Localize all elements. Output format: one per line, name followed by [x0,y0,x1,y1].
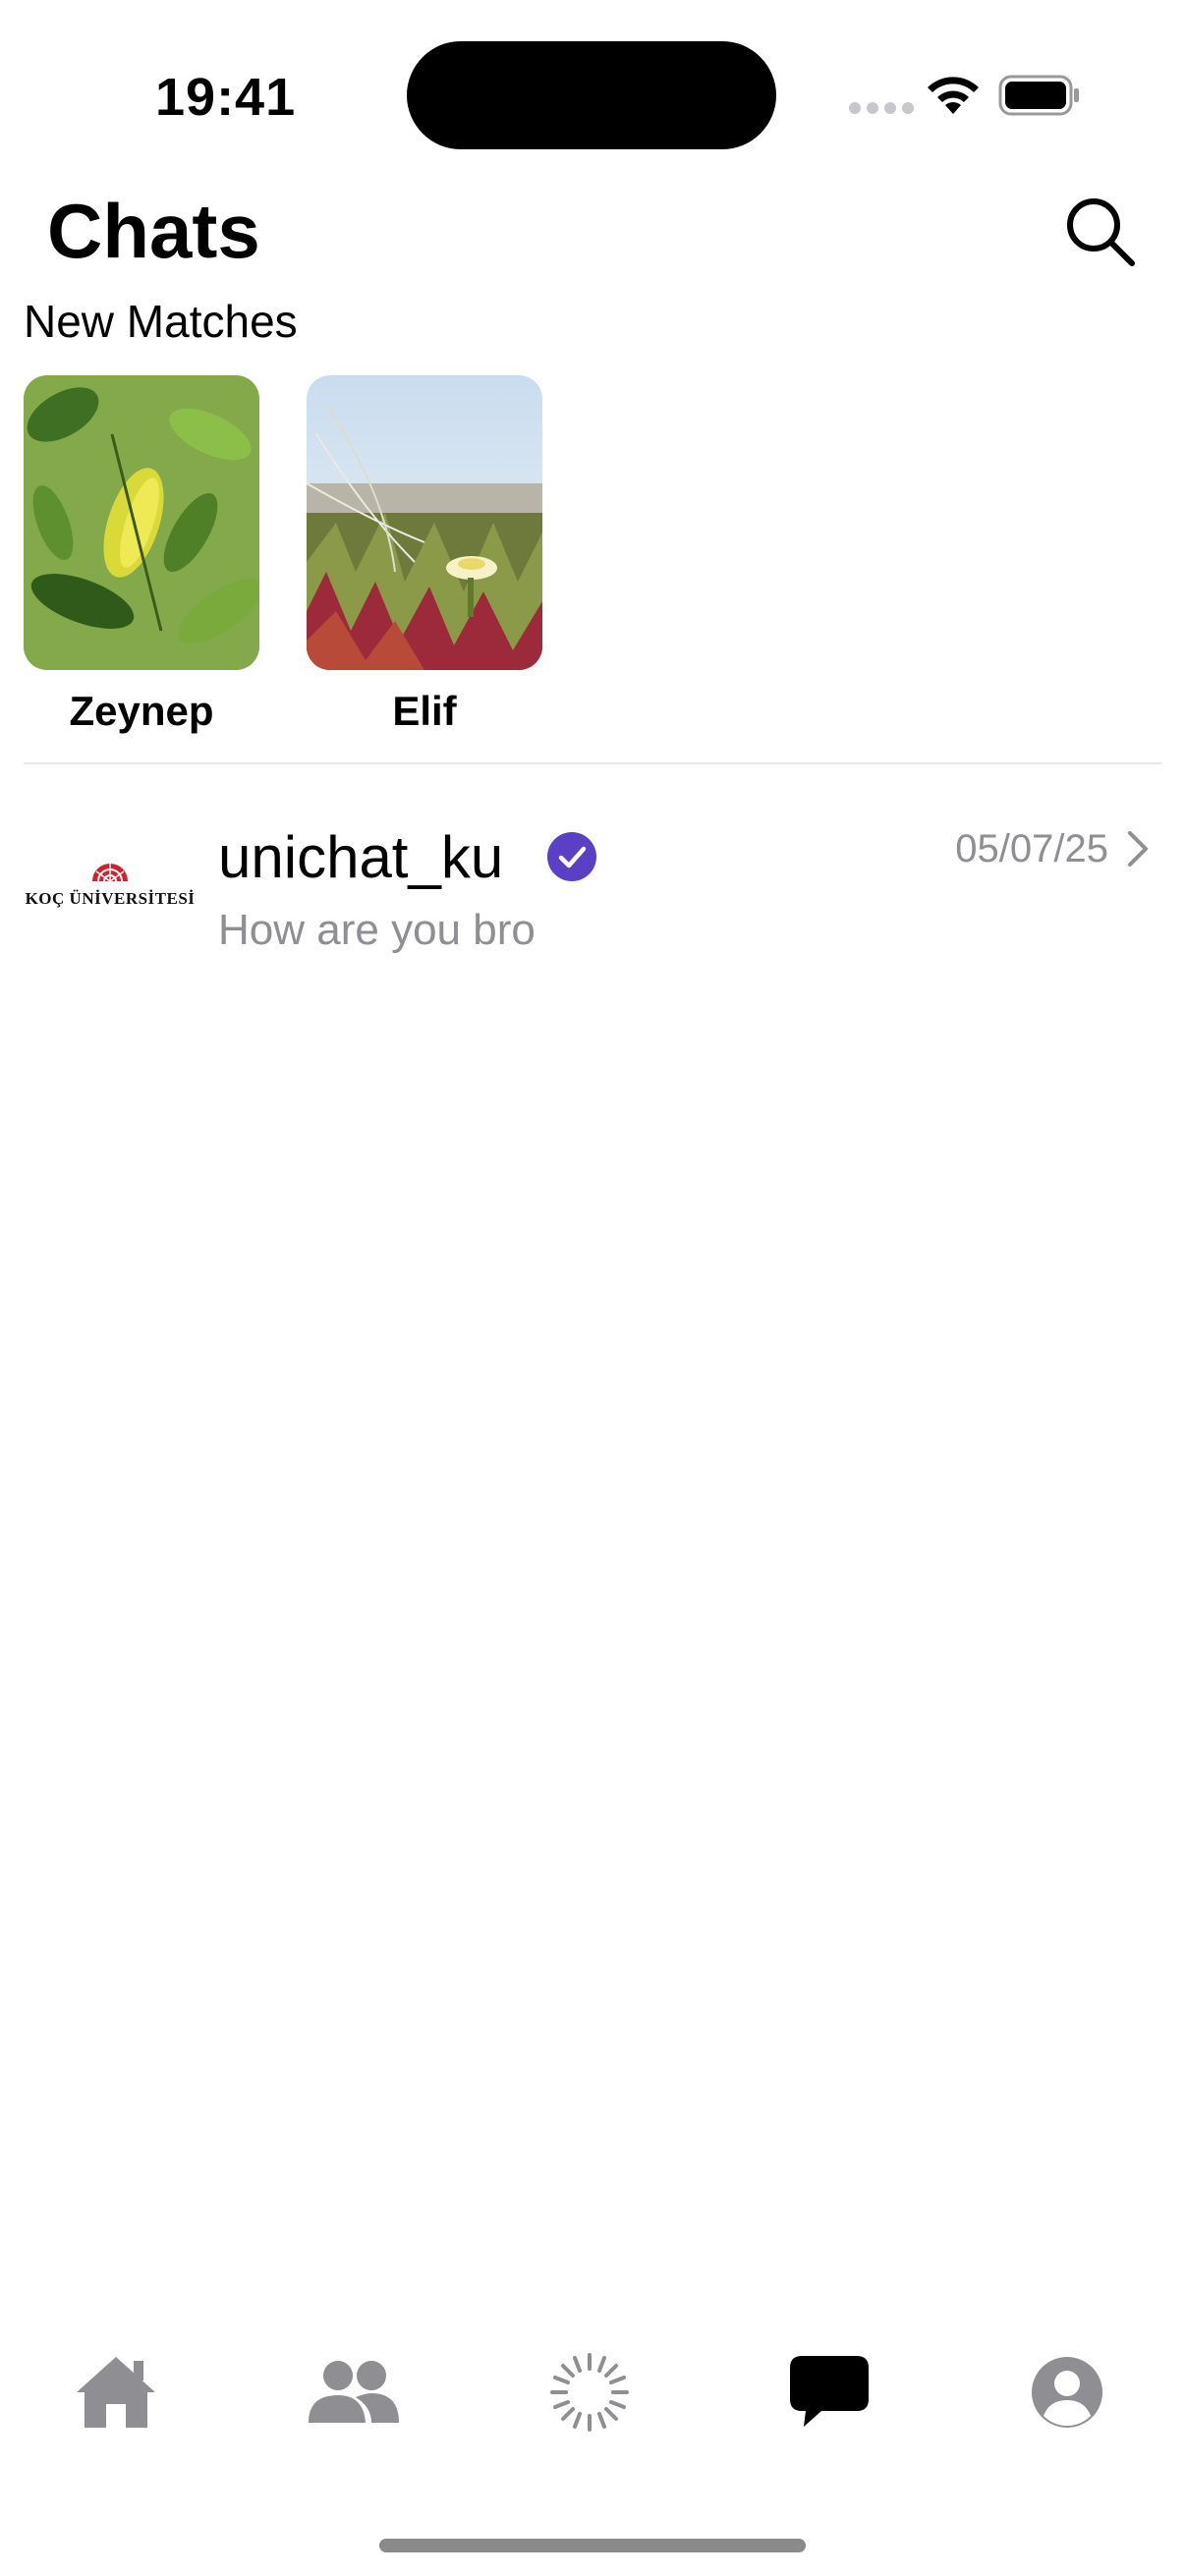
battery-icon [998,75,1079,116]
tab-profile[interactable] [1008,2338,1126,2446]
university-logo-icon [92,864,128,882]
match-name: Elif [392,688,457,734]
people-icon [309,2361,399,2423]
chat-avatar: KOÇ ÜNİVERSİTESİ [24,812,197,949]
chats-screen: 19:41 Chats New Matches Zeynep Elif KOÇ … [0,0,1185,2576]
cellular-signal-icon [849,102,914,114]
tab-chats[interactable] [770,2338,888,2446]
tab-home[interactable] [57,2338,175,2446]
chat-preview: How are you bro [218,906,536,954]
match-photo [24,375,259,670]
profile-icon [1032,2357,1102,2428]
home-icon [77,2357,155,2428]
verified-badge-icon [547,832,596,881]
divider [24,762,1161,764]
match-name: Zeynep [69,688,214,734]
chat-date: 05/07/25 [955,827,1108,870]
search-icon [1067,198,1135,266]
match-photo [307,375,542,670]
chevron-right-icon [1128,831,1148,867]
match-card-elif[interactable]: Elif [307,375,542,735]
search-button[interactable] [1061,193,1140,271]
wifi-icon [928,77,979,114]
chat-row[interactable]: KOÇ ÜNİVERSİTESİ unichat_ku How are you … [24,776,1161,982]
new-matches-title: New Matches [24,296,298,347]
status-time: 19:41 [155,68,297,127]
page-title: Chats [47,188,260,274]
chat-name: unichat_ku [218,824,504,890]
chat-bubble-icon [790,2356,869,2427]
match-card-zeynep[interactable]: Zeynep [24,375,259,735]
spinner-icon [550,2353,629,2432]
tab-activity[interactable] [531,2338,649,2446]
tab-bar [0,2338,1185,2446]
university-logo-label: KOÇ ÜNİVERSİTESİ [25,889,196,908]
home-indicator[interactable] [379,2539,806,2552]
new-matches-list: Zeynep Elif [24,375,542,735]
tab-people[interactable] [295,2338,413,2446]
dynamic-island [407,41,776,149]
